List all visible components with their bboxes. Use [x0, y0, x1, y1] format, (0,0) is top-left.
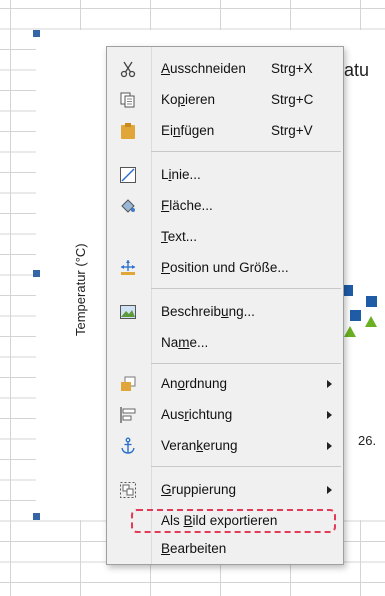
data-marker-square: [366, 296, 377, 307]
submenu-arrow-icon: [327, 486, 332, 494]
menu-separator: [151, 466, 341, 467]
menu-item-name[interactable]: Name...: [107, 330, 343, 356]
menu-item-shortcut: Strg+X: [271, 61, 313, 76]
submenu-arrow-icon: [327, 380, 332, 388]
position-size-icon: [119, 259, 137, 277]
menu-item-line[interactable]: Linie...: [107, 162, 343, 188]
menu-item-label: Position und Größe...: [161, 260, 289, 275]
menu-item-group[interactable]: Gruppierung: [107, 477, 343, 503]
menu-item-label: Beschreibung...: [161, 304, 255, 319]
submenu-arrow-icon: [327, 411, 332, 419]
selection-handle-bottom-left[interactable]: [33, 513, 40, 520]
area-icon: [119, 197, 137, 215]
menu-item-label: Verankerung: [161, 438, 238, 453]
anchor-icon: [119, 437, 137, 455]
selection-handle-middle-left[interactable]: [33, 270, 40, 277]
menu-item-shortcut: Strg+C: [271, 92, 314, 107]
menu-item-shortcut: Strg+V: [271, 123, 313, 138]
menu-item-description[interactable]: Beschreibung...: [107, 299, 343, 325]
align-icon: [119, 406, 137, 424]
y-axis-label: Temperatur (°C): [73, 243, 88, 336]
menu-item-copy[interactable]: Kopieren Strg+C: [107, 87, 343, 113]
paste-icon: [119, 122, 137, 140]
submenu-arrow-icon: [327, 442, 332, 450]
copy-icon: [119, 91, 137, 109]
menu-separator: [151, 151, 341, 152]
menu-item-edit[interactable]: Bearbeiten: [107, 536, 343, 562]
menu-item-align[interactable]: Ausrichtung: [107, 402, 343, 428]
x-axis-tick-label: 26.: [358, 433, 377, 448]
menu-item-label: Bearbeiten: [161, 541, 227, 556]
description-icon: [119, 303, 137, 321]
highlight-outline: [131, 509, 336, 533]
data-marker-triangle: [344, 326, 356, 337]
menu-item-label: Fläche...: [161, 198, 213, 213]
scissors-icon: [119, 60, 137, 78]
menu-item-label: Anordnung: [161, 376, 228, 391]
menu-item-area[interactable]: Fläche...: [107, 193, 343, 219]
menu-item-cut[interactable]: Ausschneiden Strg+X: [107, 56, 343, 82]
menu-item-label: Name...: [161, 335, 209, 350]
group-icon: [119, 481, 137, 499]
menu-item-label: Ausrichtung: [161, 407, 233, 422]
menu-item-label: Gruppierung: [161, 482, 237, 497]
line-icon: [119, 166, 137, 184]
arrange-icon: [119, 375, 137, 393]
menu-item-label: Linie...: [161, 167, 201, 182]
menu-separator: [151, 363, 341, 364]
menu-item-label: Text...: [161, 229, 198, 244]
menu-item-anchor[interactable]: Verankerung: [107, 433, 343, 459]
menu-item-label: Einfügen: [161, 123, 215, 138]
menu-item-label: Kopieren: [161, 92, 216, 107]
data-marker-square: [350, 310, 361, 321]
context-menu: Ausschneiden Strg+X Kopieren Strg+C Einf…: [106, 46, 344, 565]
data-marker-triangle: [365, 316, 377, 327]
menu-item-paste[interactable]: Einfügen Strg+V: [107, 118, 343, 144]
menu-item-arrange[interactable]: Anordnung: [107, 371, 343, 397]
selection-handle-top-left[interactable]: [33, 30, 40, 37]
menu-item-label: Ausschneiden: [161, 61, 246, 76]
menu-item-position-size[interactable]: Position und Größe...: [107, 255, 343, 281]
menu-item-text[interactable]: Text...: [107, 224, 343, 250]
menu-separator: [151, 288, 341, 289]
